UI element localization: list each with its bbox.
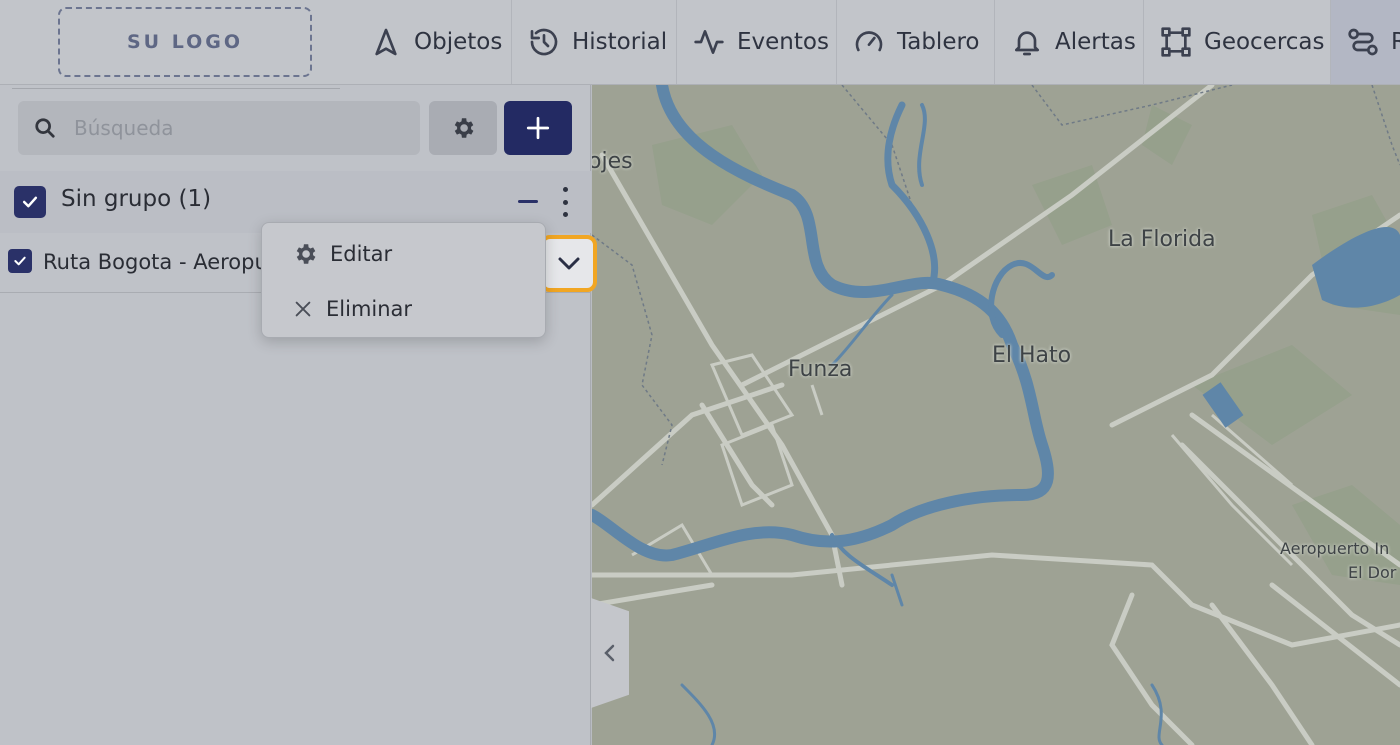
menu-item-label: Editar bbox=[330, 242, 393, 266]
nav-label: R bbox=[1391, 29, 1400, 55]
settings-button[interactable] bbox=[429, 101, 497, 155]
map-label: Funza bbox=[788, 357, 853, 382]
nav-tablero[interactable]: Tablero bbox=[836, 0, 994, 84]
objects-panel: Sin grupo (1) Ruta Bogota - Aeropuerto bbox=[0, 85, 629, 745]
route-icon bbox=[1348, 28, 1378, 56]
group-menu-icon[interactable] bbox=[558, 187, 572, 217]
collapse-group-icon[interactable] bbox=[518, 200, 538, 203]
nav-historial[interactable]: Historial bbox=[511, 0, 676, 84]
menu-item-edit[interactable]: Editar bbox=[292, 241, 392, 267]
item-menu-toggle-button[interactable] bbox=[540, 235, 597, 292]
chevron-left-icon bbox=[604, 644, 615, 662]
check-icon bbox=[22, 196, 38, 208]
search-box[interactable] bbox=[18, 101, 420, 155]
menu-item-label: Eliminar bbox=[326, 297, 413, 321]
group-label: Sin grupo (1) bbox=[61, 186, 212, 212]
nav-label: Geocercas bbox=[1204, 29, 1325, 55]
nav-rutas[interactable]: R bbox=[1330, 0, 1400, 84]
plus-icon bbox=[526, 116, 550, 140]
search-input[interactable] bbox=[74, 116, 394, 140]
search-icon bbox=[35, 118, 55, 138]
divider bbox=[12, 88, 340, 89]
chevron-down-icon bbox=[558, 257, 579, 269]
map-label: ojes bbox=[592, 149, 633, 174]
nav-label: Eventos bbox=[737, 29, 829, 55]
gear-icon bbox=[296, 244, 316, 264]
bell-icon bbox=[1015, 31, 1039, 56]
geofence-square-icon bbox=[1161, 27, 1191, 57]
add-button[interactable] bbox=[504, 101, 572, 155]
logo-text: SU LOGO bbox=[126, 31, 244, 53]
nav-eventos[interactable]: Eventos bbox=[676, 0, 836, 84]
nav-geocercas[interactable]: Geocercas bbox=[1143, 0, 1330, 84]
nav-label: Alertas bbox=[1055, 29, 1136, 55]
activity-pulse-icon bbox=[694, 30, 724, 54]
nav-alertas[interactable]: Alertas bbox=[994, 0, 1143, 84]
map-label: Aeropuerto In bbox=[1280, 539, 1390, 558]
item-label: Ruta Bogota - Aeropuerto bbox=[43, 250, 263, 274]
gear-icon bbox=[454, 118, 474, 138]
history-icon bbox=[530, 28, 558, 56]
map-canvas bbox=[592, 85, 1400, 745]
collapse-panel-button[interactable] bbox=[591, 598, 629, 708]
group-checkbox[interactable] bbox=[14, 186, 46, 218]
top-nav-bar: SU LOGO Objetos Historial Eventos Tabler… bbox=[0, 0, 1400, 85]
map-label: El Dor bbox=[1348, 563, 1397, 582]
item-context-menu: Editar Eliminar bbox=[261, 222, 546, 338]
gauge-icon bbox=[855, 31, 883, 52]
item-checkbox[interactable] bbox=[8, 249, 32, 273]
nav-label: Objetos bbox=[414, 29, 503, 55]
nav-label: Historial bbox=[572, 29, 668, 55]
navigation-arrow-icon bbox=[375, 28, 397, 56]
check-icon bbox=[14, 256, 26, 266]
nav-objetos[interactable]: Objetos bbox=[354, 0, 511, 84]
menu-item-delete[interactable]: Eliminar bbox=[292, 297, 412, 321]
map-label: La Florida bbox=[1108, 227, 1216, 252]
logo: SU LOGO bbox=[58, 7, 312, 77]
nav-label: Tablero bbox=[897, 29, 980, 55]
close-icon bbox=[295, 301, 311, 317]
map-label: El Hato bbox=[992, 343, 1072, 368]
map-view[interactable]: ojes La Florida Funza El Hato Aeropuerto… bbox=[592, 85, 1400, 745]
